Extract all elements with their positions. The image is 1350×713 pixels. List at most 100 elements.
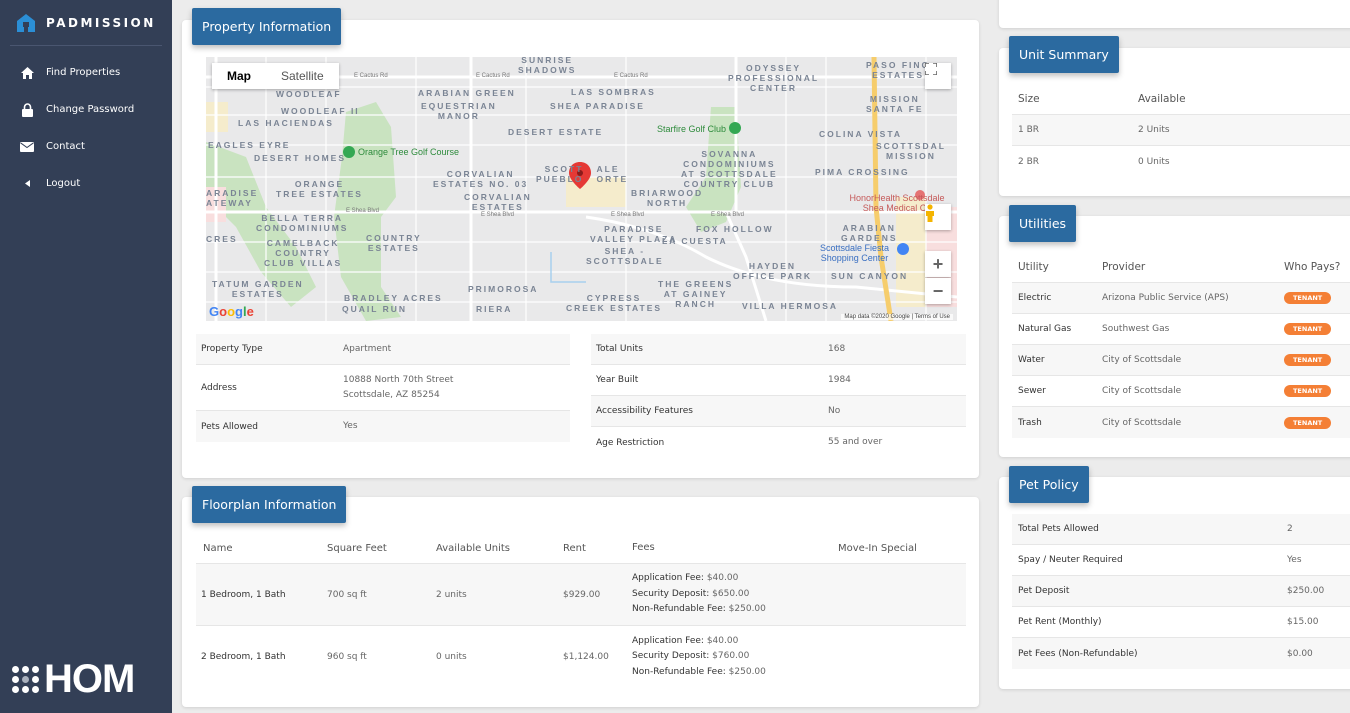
utility-provider: City of Scottsdale <box>1102 355 1182 365</box>
map-label: QUAIL RUN <box>342 304 408 314</box>
minus-icon: − <box>932 280 944 301</box>
sidebar-item-label: Find Properties <box>46 67 121 78</box>
map-road-label: E Shea Blvd <box>611 212 645 218</box>
fullscreen-icon <box>925 63 937 75</box>
map-label: SUN CANYON <box>831 271 909 281</box>
table-row: Water City of Scottsdale TENANT <box>1012 345 1350 376</box>
fee-value: $250.00 <box>728 666 766 677</box>
fee-label: Application Fee: <box>632 573 704 584</box>
detail-row: Year Built 1984 <box>591 365 966 396</box>
map-label: LA CUESTA <box>662 236 728 246</box>
unit-summary-table: Size Available 1 BR 2 Units 2 BR 0 Units <box>1012 84 1350 177</box>
map-label: CRES <box>206 234 238 244</box>
map-road-label: E Shea Blvd <box>346 208 380 214</box>
table-row: Trash City of Scottsdale TENANT <box>1012 407 1350 438</box>
table-row: Spay / Neuter Required Yes <box>1012 545 1350 576</box>
map-label: LAS SOMBRAS <box>571 87 656 97</box>
utilities-title: Utilities <box>1009 205 1077 242</box>
payer-badge: TENANT <box>1284 292 1332 304</box>
sidebar-item-contact[interactable]: Contact <box>0 128 172 165</box>
property-info-title: Property Information <box>192 8 342 45</box>
map-label: SOVANNA CONDOMINIUMS AT SCOTTSDALE COUNTRY … <box>681 149 778 189</box>
utility-name: Natural Gas <box>1018 324 1072 334</box>
utility-name: Electric <box>1018 293 1052 303</box>
detail-label: Pets Allowed <box>201 421 258 432</box>
street-view-pegman[interactable] <box>925 204 951 230</box>
property-map[interactable]: SUNRISE SHADOWS ODYSSEY PROFESSIONAL CENTER… <box>206 57 957 321</box>
utilities-header: Utility Provider Who Pays? <box>1012 252 1350 283</box>
zoom-in-button[interactable]: + <box>925 251 951 277</box>
column-header: Available <box>1138 93 1186 105</box>
utilities-table: Utility Provider Who Pays? Electric Ariz… <box>1012 252 1350 438</box>
sidebar-item-change-password[interactable]: Change Password <box>0 91 172 128</box>
hom-dots-icon <box>12 665 39 693</box>
map-poi-orange-tree-golf[interactable]: Orange Tree Golf Course <box>358 147 459 157</box>
utility-provider: City of Scottsdale <box>1102 417 1182 428</box>
table-row: 2 BR 0 Units <box>1012 146 1350 177</box>
padmission-logo-icon <box>17 13 35 32</box>
fee-label: Non-Refundable Fee: <box>632 666 726 677</box>
brand-name: PADMISSION <box>46 15 156 30</box>
map-label: ARABIAN GARDENS <box>841 223 898 243</box>
floorplan-fees: Application Fee: $40.00 Security Deposit… <box>632 571 838 618</box>
utility-provider: Southwest Gas <box>1102 324 1170 334</box>
caret-left-icon <box>19 176 35 192</box>
floorplan-table: Name Square Feet Available Units Rent Fe… <box>196 533 966 688</box>
floorplan-title: Floorplan Information <box>192 486 347 523</box>
map-poi-fiesta-shopping[interactable]: Scottsdale Fiesta Shopping Center <box>820 243 889 263</box>
floorplan-available: 0 units <box>436 652 467 662</box>
floorplan-sqft: 960 sq ft <box>327 652 367 662</box>
map-label: WOODLEAF II <box>281 106 360 116</box>
map-type-map-button[interactable]: Map <box>212 63 266 89</box>
property-details-left: Property Type Apartment Address 10888 No… <box>196 334 570 442</box>
pet-policy-label: Pet Deposit <box>1018 586 1070 596</box>
sidebar-item-logout[interactable]: Logout <box>0 165 172 202</box>
map-type-satellite-button[interactable]: Satellite <box>266 63 339 89</box>
detail-row: Total Units 168 <box>591 334 966 365</box>
zoom-out-button[interactable]: − <box>925 278 951 304</box>
map-label: COLINA VISTA <box>819 129 903 139</box>
map-road-label: E Cactus Rd <box>354 73 388 79</box>
unit-available: 2 Units <box>1138 125 1170 135</box>
sidebar-item-find-properties[interactable]: Find Properties <box>0 54 172 91</box>
map-label: PASO FINO ESTATES <box>866 60 931 80</box>
table-row: 2 Bedroom, 1 Bath 960 sq ft 0 units $1,1… <box>196 626 966 688</box>
column-header: Available Units <box>436 542 511 554</box>
map-label: VILLA HERMOSA <box>742 301 839 311</box>
map-label: CYPRESS CREEK ESTATES <box>566 293 663 313</box>
hom-logo-text: HOM <box>44 657 135 701</box>
fee-label: Application Fee: <box>632 635 704 646</box>
unit-available: 0 Units <box>1138 156 1170 167</box>
map-poi-starfire-golf[interactable]: Starfire Golf Club <box>657 124 726 134</box>
map-label: SHEA - SCOTTSDALE <box>586 246 664 266</box>
map-label: THE GREENS AT GAINEY RANCH <box>658 279 734 309</box>
detail-value: 55 and over <box>828 437 883 447</box>
pet-policy-value: Yes <box>1287 555 1302 565</box>
payer-badge: TENANT <box>1284 385 1332 397</box>
pet-policy-title: Pet Policy <box>1009 466 1089 503</box>
map-label: SCOTTSDAL MISSION <box>876 141 946 161</box>
utility-provider: Arizona Public Service (APS) <box>1102 293 1229 303</box>
payer-badge: TENANT <box>1284 323 1332 335</box>
pet-policy-value: $250.00 <box>1287 586 1325 596</box>
unit-summary-title: Unit Summary <box>1009 36 1119 73</box>
map-road-label: E Shea Blvd <box>481 212 515 218</box>
sidebar-item-label: Logout <box>46 178 81 189</box>
column-header: Utility <box>1018 261 1049 273</box>
column-header: Who Pays? <box>1284 261 1341 273</box>
column-header: Name <box>203 542 233 554</box>
detail-row: Pets Allowed Yes <box>196 411 570 442</box>
detail-value: 168 <box>828 343 846 354</box>
terms-of-use-link[interactable]: Terms of Use <box>915 314 950 320</box>
floorplan-rent: $1,124.00 <box>563 652 609 662</box>
fullscreen-button[interactable] <box>925 63 951 89</box>
detail-row: Age Restriction 55 and over <box>591 427 966 458</box>
payer-badge: TENANT <box>1284 354 1332 366</box>
floorplan-fees: Application Fee: $40.00 Security Deposit… <box>632 634 838 681</box>
map-label: BELLA TERRA CONDOMINIUMS <box>256 213 349 233</box>
pet-policy-value: 2 <box>1287 524 1293 534</box>
map-label: SUNRISE SHADOWS <box>518 57 577 75</box>
brand[interactable]: PADMISSION <box>0 0 172 45</box>
table-row: Pet Fees (Non-Refundable) $0.00 <box>1012 638 1350 669</box>
table-row: Pet Deposit $250.00 <box>1012 576 1350 607</box>
